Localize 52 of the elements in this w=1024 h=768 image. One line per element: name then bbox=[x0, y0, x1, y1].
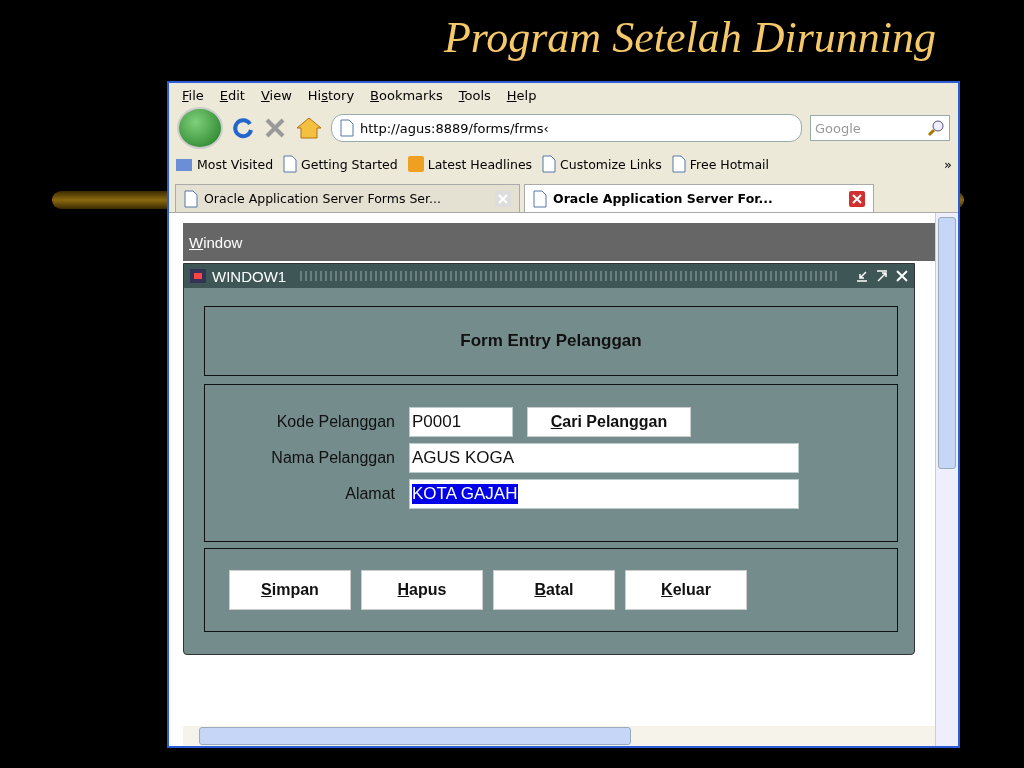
page-icon bbox=[283, 155, 298, 173]
menu-item[interactable]: File bbox=[175, 88, 211, 103]
page-icon bbox=[671, 155, 686, 173]
page-icon bbox=[533, 189, 547, 208]
back-button[interactable] bbox=[177, 107, 223, 149]
address-bar[interactable]: http://agus:8889/forms/frms‹ bbox=[331, 114, 802, 142]
menu-item[interactable]: Help bbox=[499, 88, 544, 103]
feed-icon bbox=[407, 156, 424, 172]
stop-icon[interactable] bbox=[263, 116, 287, 140]
bookmark-link[interactable]: Most Visited bbox=[175, 156, 274, 172]
menu-item[interactable]: View bbox=[253, 88, 299, 103]
bookmark-link[interactable]: Latest Headlines bbox=[407, 156, 533, 172]
home-icon[interactable] bbox=[295, 116, 323, 140]
browser-tab[interactable]: Oracle Application Server Forms Ser... bbox=[175, 184, 520, 212]
more-bookmarks-button[interactable]: » bbox=[944, 156, 952, 172]
slide-title: Program Setelah Dirunning bbox=[443, 12, 936, 63]
reload-icon[interactable] bbox=[231, 116, 255, 140]
search-customer-button[interactable]: Cari Pelanggan bbox=[527, 407, 691, 437]
folder-icon bbox=[175, 156, 193, 172]
field-label: Kode Pelanggan bbox=[275, 413, 395, 431]
menu-item[interactable]: Edit bbox=[212, 88, 252, 103]
menu-item[interactable]: Bookmarks bbox=[363, 88, 450, 103]
action-button[interactable]: Keluar bbox=[625, 570, 747, 610]
maximize-icon[interactable] bbox=[874, 268, 890, 284]
bookmark-link[interactable]: Customize Links bbox=[542, 155, 662, 173]
page-icon bbox=[340, 119, 354, 137]
search-icon[interactable] bbox=[927, 119, 945, 137]
menu-item[interactable]: Tools bbox=[451, 88, 498, 103]
field-label: Alamat bbox=[344, 485, 395, 503]
action-button[interactable]: Simpan bbox=[229, 570, 351, 610]
action-button[interactable]: Batal bbox=[493, 570, 615, 610]
action-button[interactable]: Hapus bbox=[361, 570, 483, 610]
input-field[interactable]: P0001 bbox=[409, 407, 513, 437]
window-title: WINDOW1 bbox=[212, 267, 287, 285]
input-field[interactable]: KOTA GAJAH bbox=[409, 479, 799, 509]
menu-item[interactable]: History bbox=[300, 88, 362, 103]
horizontal-scrollbar[interactable] bbox=[183, 726, 935, 746]
minimize-icon[interactable] bbox=[854, 268, 870, 284]
menu-item[interactable]: Window bbox=[189, 233, 243, 251]
app-icon bbox=[188, 267, 208, 285]
page-icon bbox=[542, 155, 557, 173]
vertical-scrollbar[interactable] bbox=[935, 213, 958, 746]
url-text: http://agus:8889/forms/frms‹ bbox=[360, 120, 549, 136]
close-icon[interactable] bbox=[849, 190, 865, 207]
bookmark-link[interactable]: Free Hotmail bbox=[671, 155, 770, 173]
form-heading: Form Entry Pelanggan bbox=[460, 331, 642, 351]
close-icon[interactable] bbox=[894, 268, 910, 284]
browser-tab[interactable]: Oracle Application Server For... bbox=[524, 184, 874, 212]
bookmark-link[interactable]: Getting Started bbox=[283, 155, 398, 173]
page-icon bbox=[184, 189, 198, 208]
input-field[interactable]: AGUS KOGA bbox=[409, 443, 799, 473]
field-label: Nama Pelanggan bbox=[270, 449, 395, 467]
